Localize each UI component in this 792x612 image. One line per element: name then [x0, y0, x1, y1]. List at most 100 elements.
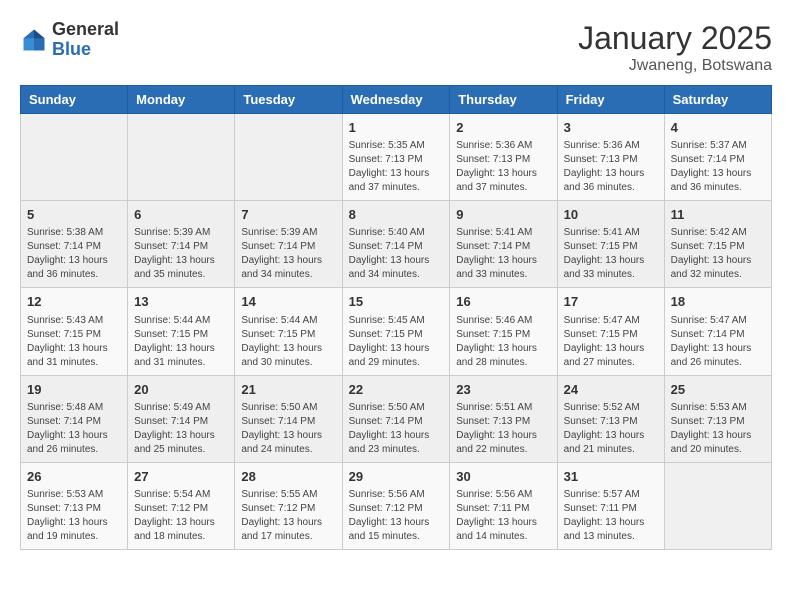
day-number: 20 — [134, 381, 228, 399]
calendar-day-cell — [235, 114, 342, 201]
calendar-week-row: 1 Sunrise: 5:35 AM Sunset: 7:13 PM Daylig… — [21, 114, 772, 201]
weekday-header-cell: Saturday — [664, 86, 771, 114]
calendar-week-row: 26Sunrise: 5:53 AM Sunset: 7:13 PM Dayli… — [21, 462, 772, 549]
calendar-day-cell: 21Sunrise: 5:50 AM Sunset: 7:14 PM Dayli… — [235, 375, 342, 462]
title-block: January 2025 Jwaneng, Botswana — [578, 20, 772, 75]
calendar-day-cell: 18Sunrise: 5:47 AM Sunset: 7:14 PM Dayli… — [664, 288, 771, 375]
day-number: 4 — [671, 119, 765, 137]
weekday-header-cell: Friday — [557, 86, 664, 114]
day-number: 6 — [134, 206, 228, 224]
day-number: 27 — [134, 468, 228, 486]
day-info: Sunrise: 5:44 AM Sunset: 7:15 PM Dayligh… — [134, 314, 228, 370]
calendar-day-cell: 31 Sunrise: 5:57 AM Sunset: 7:11 PM Dayli… — [557, 462, 664, 549]
day-number: 15 — [349, 293, 444, 311]
calendar-day-cell: 16 Sunrise: 5:46 AM Sunset: 7:15 PM Dayli… — [450, 288, 557, 375]
day-number: 7 — [241, 206, 335, 224]
day-info: Sunrise: 5:44 AM Sunset: 7:15 PM Dayligh… — [241, 314, 335, 370]
day-info: Sunrise: 5:38 AM Sunset: 7:14 PM Dayligh… — [27, 226, 121, 282]
calendar-day-cell: 11Sunrise: 5:42 AM Sunset: 7:15 PM Dayli… — [664, 201, 771, 288]
day-info: Sunrise: 5:43 AM Sunset: 7:15 PM Dayligh… — [27, 314, 121, 370]
calendar-day-cell: 22 Sunrise: 5:50 AM Sunset: 7:14 PM Dayli… — [342, 375, 450, 462]
calendar-day-cell: 3 Sunrise: 5:36 AM Sunset: 7:13 PM Daylig… — [557, 114, 664, 201]
day-info: Sunrise: 5:51 AM Sunset: 7:13 PM Dayligh… — [456, 401, 550, 457]
day-info: Sunrise: 5:56 AM Sunset: 7:12 PM Dayligh… — [349, 488, 444, 544]
calendar-day-cell: 7 Sunrise: 5:39 AM Sunset: 7:14 PM Daylig… — [235, 201, 342, 288]
day-number: 11 — [671, 206, 765, 224]
calendar-day-cell: 4 Sunrise: 5:37 AM Sunset: 7:14 PM Daylig… — [664, 114, 771, 201]
calendar-subtitle: Jwaneng, Botswana — [578, 57, 772, 75]
calendar-week-row: 5 Sunrise: 5:38 AM Sunset: 7:14 PM Daylig… — [21, 201, 772, 288]
day-number: 22 — [349, 381, 444, 399]
day-number: 12 — [27, 293, 121, 311]
day-number: 9 — [456, 206, 550, 224]
day-info: Sunrise: 5:36 AM Sunset: 7:13 PM Dayligh… — [564, 139, 658, 195]
day-info: Sunrise: 5:39 AM Sunset: 7:14 PM Dayligh… — [241, 226, 335, 282]
calendar-body: 1 Sunrise: 5:35 AM Sunset: 7:13 PM Daylig… — [21, 114, 772, 550]
day-info: Sunrise: 5:57 AM Sunset: 7:11 PM Dayligh… — [564, 488, 658, 544]
calendar-table: SundayMondayTuesdayWednesdayThursdayFrid… — [20, 85, 772, 550]
calendar-day-cell: 19 Sunrise: 5:48 AM Sunset: 7:14 PM Dayli… — [21, 375, 128, 462]
day-info: Sunrise: 5:39 AM Sunset: 7:14 PM Dayligh… — [134, 226, 228, 282]
calendar-day-cell: 27Sunrise: 5:54 AM Sunset: 7:12 PM Dayli… — [128, 462, 235, 549]
calendar-day-cell: 25Sunrise: 5:53 AM Sunset: 7:13 PM Dayli… — [664, 375, 771, 462]
calendar-day-cell: 10 Sunrise: 5:41 AM Sunset: 7:15 PM Dayli… — [557, 201, 664, 288]
day-info: Sunrise: 5:40 AM Sunset: 7:14 PM Dayligh… — [349, 226, 444, 282]
calendar-day-cell: 28 Sunrise: 5:55 AM Sunset: 7:12 PM Dayli… — [235, 462, 342, 549]
calendar-day-cell: 23 Sunrise: 5:51 AM Sunset: 7:13 PM Dayli… — [450, 375, 557, 462]
day-number: 31 — [564, 468, 658, 486]
calendar-day-cell: 14 Sunrise: 5:44 AM Sunset: 7:15 PM Dayli… — [235, 288, 342, 375]
day-number: 18 — [671, 293, 765, 311]
calendar-day-cell: 30 Sunrise: 5:56 AM Sunset: 7:11 PM Dayli… — [450, 462, 557, 549]
day-number: 5 — [27, 206, 121, 224]
logo: General Blue — [20, 20, 119, 60]
day-info: Sunrise: 5:56 AM Sunset: 7:11 PM Dayligh… — [456, 488, 550, 544]
day-number: 29 — [349, 468, 444, 486]
day-info: Sunrise: 5:47 AM Sunset: 7:15 PM Dayligh… — [564, 314, 658, 370]
page-header: General Blue January 2025 Jwaneng, Botsw… — [20, 20, 772, 75]
calendar-day-cell: 15 Sunrise: 5:45 AM Sunset: 7:15 PM Dayli… — [342, 288, 450, 375]
calendar-day-cell — [21, 114, 128, 201]
day-info: Sunrise: 5:55 AM Sunset: 7:12 PM Dayligh… — [241, 488, 335, 544]
day-number: 21 — [241, 381, 335, 399]
day-info: Sunrise: 5:36 AM Sunset: 7:13 PM Dayligh… — [456, 139, 550, 195]
day-number: 30 — [456, 468, 550, 486]
logo-icon — [20, 26, 48, 54]
weekday-header-cell: Thursday — [450, 86, 557, 114]
calendar-day-cell — [128, 114, 235, 201]
day-info: Sunrise: 5:46 AM Sunset: 7:15 PM Dayligh… — [456, 314, 550, 370]
calendar-week-row: 12 Sunrise: 5:43 AM Sunset: 7:15 PM Dayli… — [21, 288, 772, 375]
day-info: Sunrise: 5:50 AM Sunset: 7:14 PM Dayligh… — [349, 401, 444, 457]
day-info: Sunrise: 5:41 AM Sunset: 7:15 PM Dayligh… — [564, 226, 658, 282]
day-number: 25 — [671, 381, 765, 399]
calendar-week-row: 19 Sunrise: 5:48 AM Sunset: 7:14 PM Dayli… — [21, 375, 772, 462]
day-info: Sunrise: 5:41 AM Sunset: 7:14 PM Dayligh… — [456, 226, 550, 282]
calendar-day-cell: 26Sunrise: 5:53 AM Sunset: 7:13 PM Dayli… — [21, 462, 128, 549]
day-number: 16 — [456, 293, 550, 311]
weekday-header-cell: Sunday — [21, 86, 128, 114]
logo-text: General Blue — [52, 20, 119, 60]
day-info: Sunrise: 5:45 AM Sunset: 7:15 PM Dayligh… — [349, 314, 444, 370]
weekday-header-cell: Tuesday — [235, 86, 342, 114]
day-number: 28 — [241, 468, 335, 486]
weekday-header-cell: Monday — [128, 86, 235, 114]
calendar-day-cell: 17Sunrise: 5:47 AM Sunset: 7:15 PM Dayli… — [557, 288, 664, 375]
calendar-day-cell: 24Sunrise: 5:52 AM Sunset: 7:13 PM Dayli… — [557, 375, 664, 462]
calendar-day-cell: 5 Sunrise: 5:38 AM Sunset: 7:14 PM Daylig… — [21, 201, 128, 288]
weekday-header-cell: Wednesday — [342, 86, 450, 114]
day-number: 10 — [564, 206, 658, 224]
calendar-day-cell: 13Sunrise: 5:44 AM Sunset: 7:15 PM Dayli… — [128, 288, 235, 375]
calendar-day-cell: 20 Sunrise: 5:49 AM Sunset: 7:14 PM Dayli… — [128, 375, 235, 462]
day-number: 14 — [241, 293, 335, 311]
day-number: 1 — [349, 119, 444, 137]
day-number: 19 — [27, 381, 121, 399]
day-number: 26 — [27, 468, 121, 486]
day-info: Sunrise: 5:35 AM Sunset: 7:13 PM Dayligh… — [349, 139, 444, 195]
calendar-title: January 2025 — [578, 20, 772, 57]
day-info: Sunrise: 5:48 AM Sunset: 7:14 PM Dayligh… — [27, 401, 121, 457]
calendar-day-cell: 12 Sunrise: 5:43 AM Sunset: 7:15 PM Dayli… — [21, 288, 128, 375]
day-number: 2 — [456, 119, 550, 137]
day-number: 23 — [456, 381, 550, 399]
day-info: Sunrise: 5:49 AM Sunset: 7:14 PM Dayligh… — [134, 401, 228, 457]
day-info: Sunrise: 5:37 AM Sunset: 7:14 PM Dayligh… — [671, 139, 765, 195]
day-number: 3 — [564, 119, 658, 137]
